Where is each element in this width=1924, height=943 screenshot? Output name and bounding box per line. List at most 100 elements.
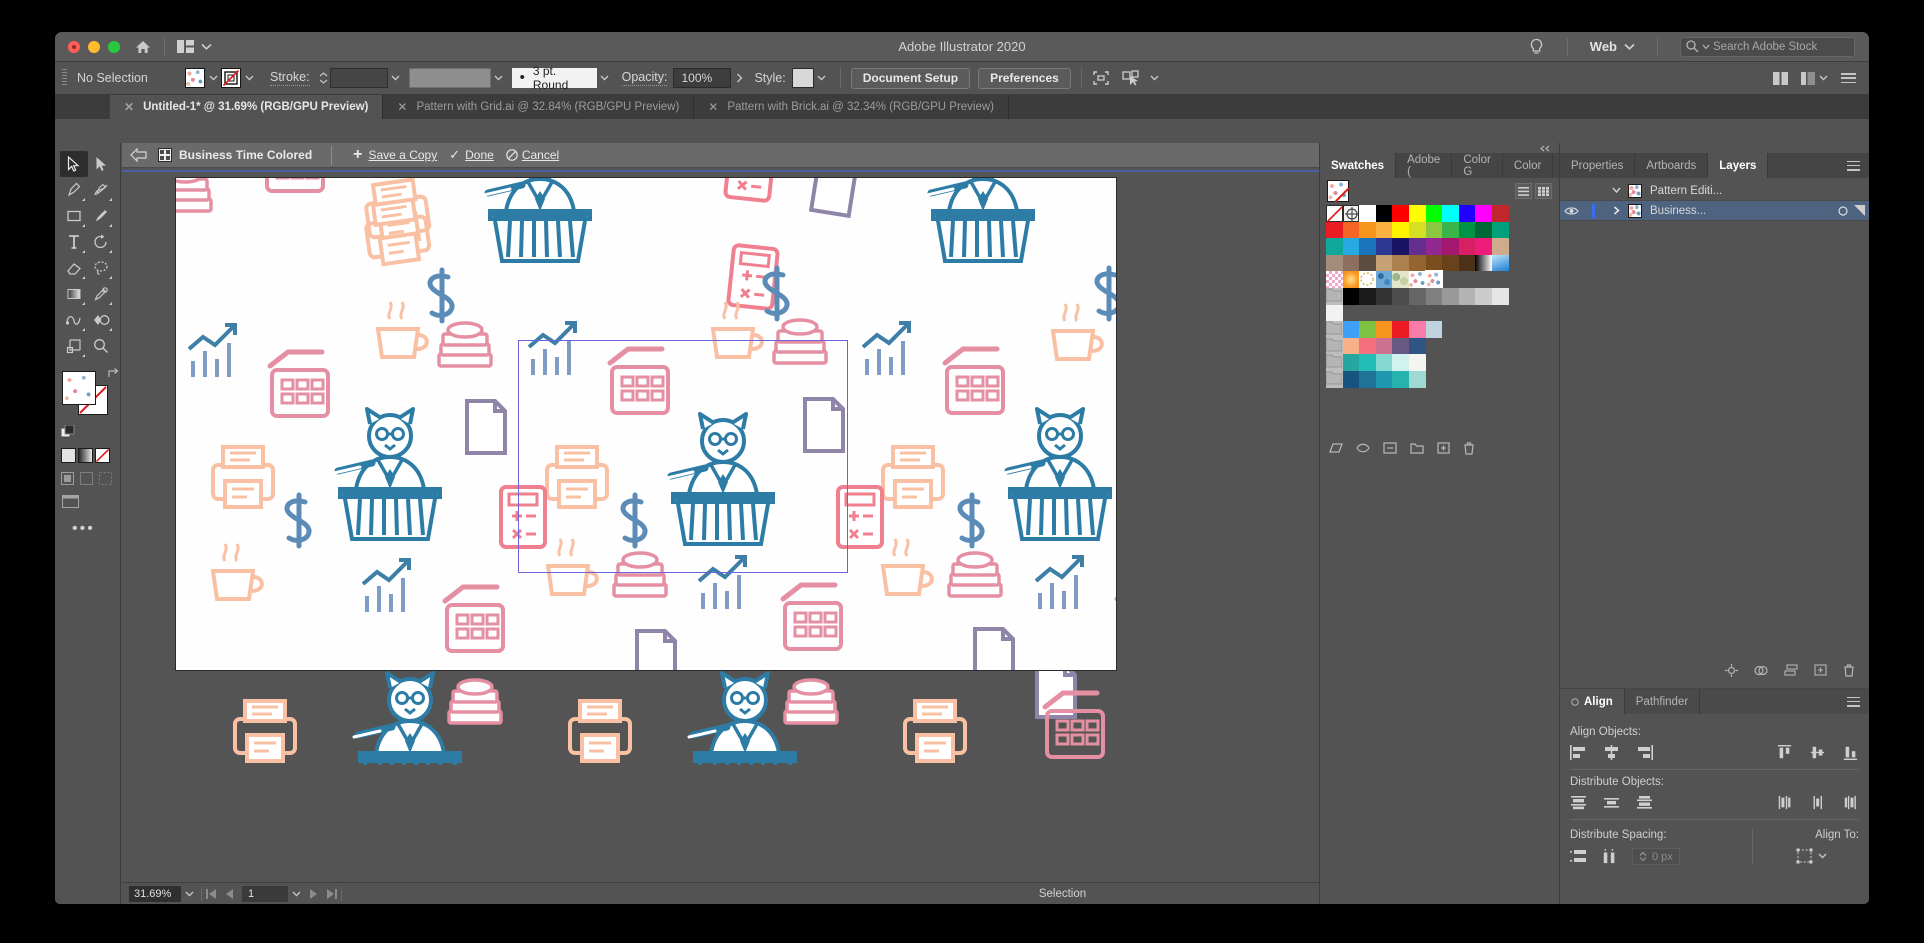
swatch-cell[interactable] (1408, 221, 1426, 239)
new-swatch-icon[interactable] (1437, 442, 1450, 454)
document-tab[interactable]: ✕ Untitled-1* @ 31.69% (RGB/GPU Preview) (110, 95, 384, 119)
target-circle-icon[interactable] (1838, 205, 1848, 216)
swatch-cell[interactable] (1326, 238, 1343, 255)
align-to-control[interactable] (1763, 848, 1859, 864)
swap-fill-stroke-icon[interactable] (106, 367, 120, 381)
swatch-cell[interactable] (1458, 238, 1476, 255)
new-color-group-icon[interactable] (1410, 442, 1424, 454)
swatch-cell[interactable] (1342, 238, 1360, 255)
swatch-cell[interactable] (1342, 287, 1360, 305)
layers-panel-menu[interactable] (1838, 153, 1869, 178)
swatch-libraries-icon[interactable] (1329, 442, 1343, 454)
tab-artboards[interactable]: Artboards (1635, 153, 1709, 178)
workspace-switcher[interactable]: Web (1590, 39, 1635, 54)
align-bottom-icon[interactable] (1842, 745, 1859, 760)
swatch-cell[interactable] (1408, 370, 1426, 388)
distribute-right-icon[interactable] (1842, 795, 1859, 810)
swatch-cell[interactable] (1342, 271, 1360, 288)
paintbrush-tool[interactable] (88, 203, 116, 229)
panel-expand-icon[interactable] (1571, 697, 1579, 706)
swatch-cell[interactable] (1342, 354, 1360, 371)
swatch-cell[interactable] (1326, 254, 1343, 272)
artboard-dropdown[interactable] (288, 884, 304, 904)
swatch-cell[interactable] (1326, 321, 1343, 338)
eyedropper-tool[interactable] (88, 281, 116, 307)
align-left-icon[interactable] (1570, 745, 1587, 760)
swatch-cell[interactable] (1326, 304, 1343, 322)
swatch-cell[interactable] (1458, 287, 1476, 305)
opacity-options-button[interactable] (731, 68, 747, 88)
pattern-tile-boundary[interactable] (518, 340, 848, 573)
swatch-cell[interactable] (1392, 337, 1409, 355)
swatch-cell[interactable] (1342, 370, 1360, 388)
workspace-switcher-icon[interactable] (1801, 71, 1828, 85)
swatch-cell[interactable] (1442, 287, 1459, 305)
swatch-cell[interactable] (1326, 370, 1343, 388)
swatch-cell[interactable] (1491, 205, 1509, 222)
stroke-profile-field[interactable] (408, 68, 491, 88)
locate-object-icon[interactable] (1725, 663, 1738, 677)
opacity-field[interactable]: 100% (673, 68, 732, 88)
curvature-tool[interactable] (88, 177, 116, 203)
swatch-cell[interactable] (1458, 221, 1476, 239)
artboard-number-field[interactable]: 1 (242, 885, 288, 902)
swatch-cell[interactable] (1475, 205, 1492, 222)
distribute-vertical-space-icon[interactable] (1570, 849, 1587, 864)
swatch-grid[interactable] (1320, 204, 1559, 389)
distribute-top-icon[interactable] (1570, 795, 1587, 810)
distribute-bottom-icon[interactable] (1636, 795, 1653, 810)
swatch-cell[interactable] (1408, 354, 1426, 371)
show-swatch-kinds-icon[interactable] (1356, 442, 1370, 454)
document-tab[interactable]: ✕ Pattern with Grid.ai @ 32.84% (RGB/GPU… (383, 95, 695, 119)
swatch-cell[interactable] (1326, 354, 1343, 371)
stroke-weight-dropdown[interactable] (388, 68, 404, 88)
swatch-cell[interactable] (1392, 205, 1409, 222)
swatch-cell[interactable] (1342, 254, 1360, 272)
make-clipping-mask-icon[interactable] (1754, 664, 1768, 677)
swatch-cell[interactable] (1475, 221, 1492, 239)
swatch-cell[interactable] (1425, 205, 1443, 222)
tab-pathfinder[interactable]: Pathfinder (1625, 689, 1701, 714)
swatch-cell[interactable] (1408, 254, 1426, 272)
zoom-dropdown[interactable] (181, 884, 197, 904)
swatch-cell[interactable] (1424, 270, 1444, 289)
close-button[interactable] (68, 40, 80, 53)
draw-behind-icon[interactable] (80, 472, 93, 485)
layer-row[interactable]: Business... (1560, 201, 1869, 221)
cancel-button[interactable]: Cancel (522, 148, 559, 162)
swatch-cell[interactable] (1342, 337, 1360, 355)
swatch-cell[interactable] (1375, 205, 1393, 222)
spacing-stepper-icon[interactable] (1639, 851, 1647, 862)
close-icon[interactable]: ✕ (397, 100, 407, 114)
stroke-weight-field[interactable] (329, 68, 388, 88)
list-view-icon[interactable] (1515, 183, 1532, 199)
select-similar-icon[interactable] (1122, 70, 1140, 86)
spacing-input[interactable]: 0 px (1632, 848, 1680, 865)
search-input[interactable]: Search Adobe Stock (1680, 36, 1855, 57)
swatch-cell[interactable] (1475, 287, 1492, 305)
delete-swatch-icon[interactable] (1463, 441, 1475, 455)
distribute-horizontal-space-icon[interactable] (1601, 849, 1618, 864)
swatch-cell[interactable] (1375, 271, 1393, 288)
swatch-cell[interactable] (1375, 370, 1393, 388)
swatch-cell[interactable] (1425, 238, 1443, 255)
swatch-cell[interactable] (1359, 221, 1376, 239)
stroke-weight-stepper[interactable] (317, 68, 330, 88)
swatch-cell[interactable] (1475, 238, 1492, 255)
swatch-cell[interactable] (1375, 254, 1393, 272)
swatch-cell[interactable] (1392, 221, 1409, 239)
edit-toolbar-icon[interactable]: ••• (72, 520, 120, 538)
swatch-cell[interactable] (1392, 370, 1409, 388)
transform-icon[interactable] (1092, 70, 1110, 86)
last-page-icon[interactable] (326, 888, 337, 899)
save-a-copy-button[interactable]: Save a Copy (369, 148, 438, 162)
swatch-cell[interactable] (1375, 321, 1393, 338)
swatch-cell[interactable] (1425, 287, 1443, 305)
draw-inside-icon[interactable] (99, 472, 112, 485)
swatch-cell[interactable] (1408, 337, 1426, 355)
next-page-icon[interactable] (309, 888, 317, 899)
swatch-cell[interactable] (1491, 238, 1509, 255)
align-to-selection-icon[interactable] (1796, 848, 1813, 864)
swatch-cell[interactable] (1392, 354, 1409, 371)
arrange-documents-button[interactable] (177, 40, 212, 53)
